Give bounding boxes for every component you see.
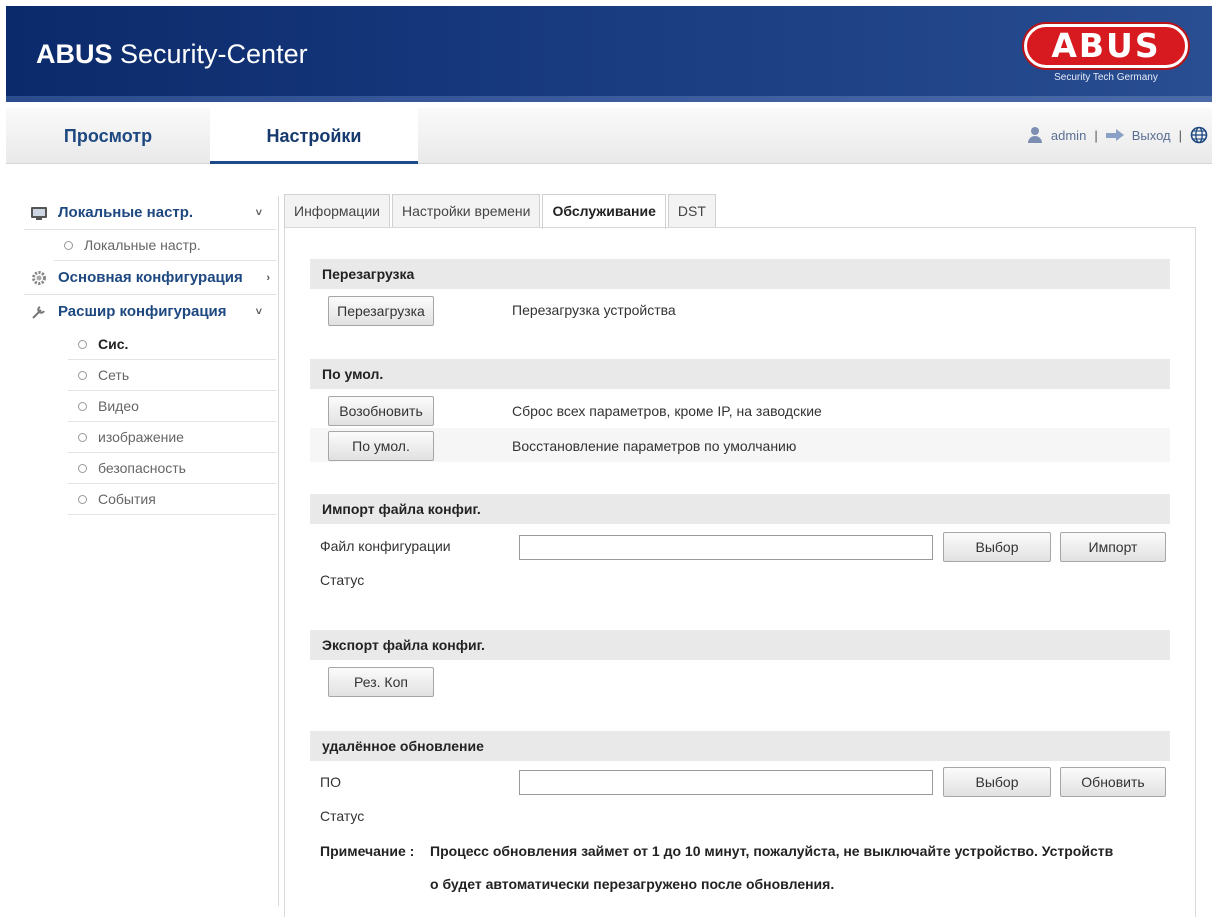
sidebar-item-label: Локальные настр. [84, 237, 201, 253]
config-file-input[interactable] [519, 535, 933, 560]
settings-tabs: Информации Настройки времени Обслуживани… [284, 194, 718, 229]
sidebar-item-local-settings[interactable]: Локальные настр. [54, 230, 276, 261]
logo-tagline: Security Tech Germany [1054, 72, 1158, 83]
firmware-label: ПО [320, 774, 341, 790]
note-label: Примечание : [320, 843, 415, 859]
separator: | [1178, 127, 1182, 143]
bullet-icon [78, 433, 87, 442]
content-divider [278, 196, 279, 906]
sidebar-group-advanced[interactable]: Расшир конфигурация ˅ [24, 295, 276, 329]
backup-button[interactable]: Рез. Коп [328, 667, 434, 697]
section-export-header: Экспорт файла конфиг. [310, 630, 1170, 660]
nav-tab-view[interactable]: Просмотр [6, 108, 210, 164]
default-button[interactable]: По умол. [328, 431, 434, 461]
sidebar-group-local[interactable]: Локальные настр. ˅ [24, 196, 276, 230]
separator: | [1094, 127, 1098, 143]
app-title: ABUS Security-Center [36, 39, 308, 69]
sidebar-item-video[interactable]: Видео [68, 391, 276, 422]
sidebar-item-label: Сис. [98, 336, 129, 352]
abus-logo: ABUS Security Tech Germany [1022, 24, 1190, 83]
sidebar-group-label: Локальные настр. [58, 204, 194, 221]
gear-icon [32, 271, 46, 285]
sidebar-item-events[interactable]: События [68, 484, 276, 515]
sidebar-item-image[interactable]: изображение [68, 422, 276, 453]
chevron-down-icon: ˅ [255, 306, 262, 318]
import-button[interactable]: Импорт [1060, 532, 1166, 562]
username-link[interactable]: admin [1051, 128, 1086, 143]
sidebar-item-network[interactable]: Сеть [68, 360, 276, 391]
tab-info[interactable]: Информации [284, 194, 390, 228]
wrench-icon [32, 306, 45, 319]
globe-icon[interactable] [1190, 126, 1208, 144]
browse-firmware-button[interactable]: Выбор [943, 767, 1051, 797]
bullet-icon [78, 464, 87, 473]
import-status-label: Статус [320, 572, 365, 588]
config-file-label: Файл конфигурации [320, 538, 451, 554]
reboot-button[interactable]: Перезагрузка [328, 296, 434, 326]
monitor-icon [31, 207, 47, 220]
app-header: ABUS Security-Center ABUS Security Tech … [6, 6, 1212, 102]
chevron-right-icon: › [266, 272, 270, 284]
tab-maintenance[interactable]: Обслуживание [542, 194, 666, 229]
sidebar-item-label: Видео [98, 398, 139, 414]
default-description: Восстановление параметров по умолчанию [512, 438, 797, 454]
bullet-icon [64, 241, 73, 250]
sidebar-group-label: Расшир конфигурация [58, 303, 227, 320]
bullet-icon [78, 340, 87, 349]
logout-link[interactable]: Выход [1132, 128, 1171, 143]
sidebar-item-label: Сеть [98, 367, 130, 383]
sidebar-item-label: События [98, 491, 156, 507]
tab-dst[interactable]: DST [667, 194, 716, 228]
firmware-file-input[interactable] [519, 770, 933, 795]
main-nav: Просмотр Настройки admin | Выход | [6, 108, 1212, 164]
user-bar: admin | Выход | [1027, 126, 1208, 144]
tab-time-settings[interactable]: Настройки времени [391, 194, 541, 228]
sidebar-item-system[interactable]: Сис. [68, 329, 276, 360]
sidebar-item-label: изображение [98, 429, 184, 445]
note-text-line2: о будет автоматически перезагружено посл… [430, 876, 835, 892]
nav-tab-settings[interactable]: Настройки [210, 108, 418, 164]
upgrade-status-label: Статус [320, 808, 365, 824]
bullet-icon [78, 402, 87, 411]
note-text-line1: Процесс обновления займет от 1 до 10 мин… [430, 843, 1114, 859]
abus-logo-mark: ABUS [1024, 24, 1188, 68]
browse-config-button[interactable]: Выбор [943, 532, 1051, 562]
sidebar-item-security[interactable]: безопасность [68, 453, 276, 484]
reboot-description: Перезагрузка устройства [512, 302, 676, 318]
restore-description: Сброс всех параметров, кроме IP, на заво… [512, 403, 822, 419]
maintenance-panel [284, 227, 1196, 917]
user-icon [1027, 127, 1043, 143]
sidebar-group-basic[interactable]: Основная конфигурация › [24, 261, 276, 295]
section-import-header: Импорт файла конфиг. [310, 494, 1170, 524]
chevron-down-icon: ˅ [255, 207, 262, 219]
logout-icon[interactable] [1105, 129, 1124, 141]
section-upgrade-header: удалённое обновление [310, 731, 1170, 761]
update-button[interactable]: Обновить [1060, 767, 1166, 797]
bullet-icon [78, 495, 87, 504]
bullet-icon [78, 371, 87, 380]
sidebar-group-label: Основная конфигурация [58, 269, 243, 286]
sidebar-item-label: безопасность [98, 460, 186, 476]
section-default-header: По умол. [310, 359, 1170, 389]
sidebar: Локальные настр. ˅ Локальные настр. Осно… [24, 196, 276, 515]
restore-button[interactable]: Возобновить [328, 396, 434, 426]
section-reboot-header: Перезагрузка [310, 259, 1170, 289]
